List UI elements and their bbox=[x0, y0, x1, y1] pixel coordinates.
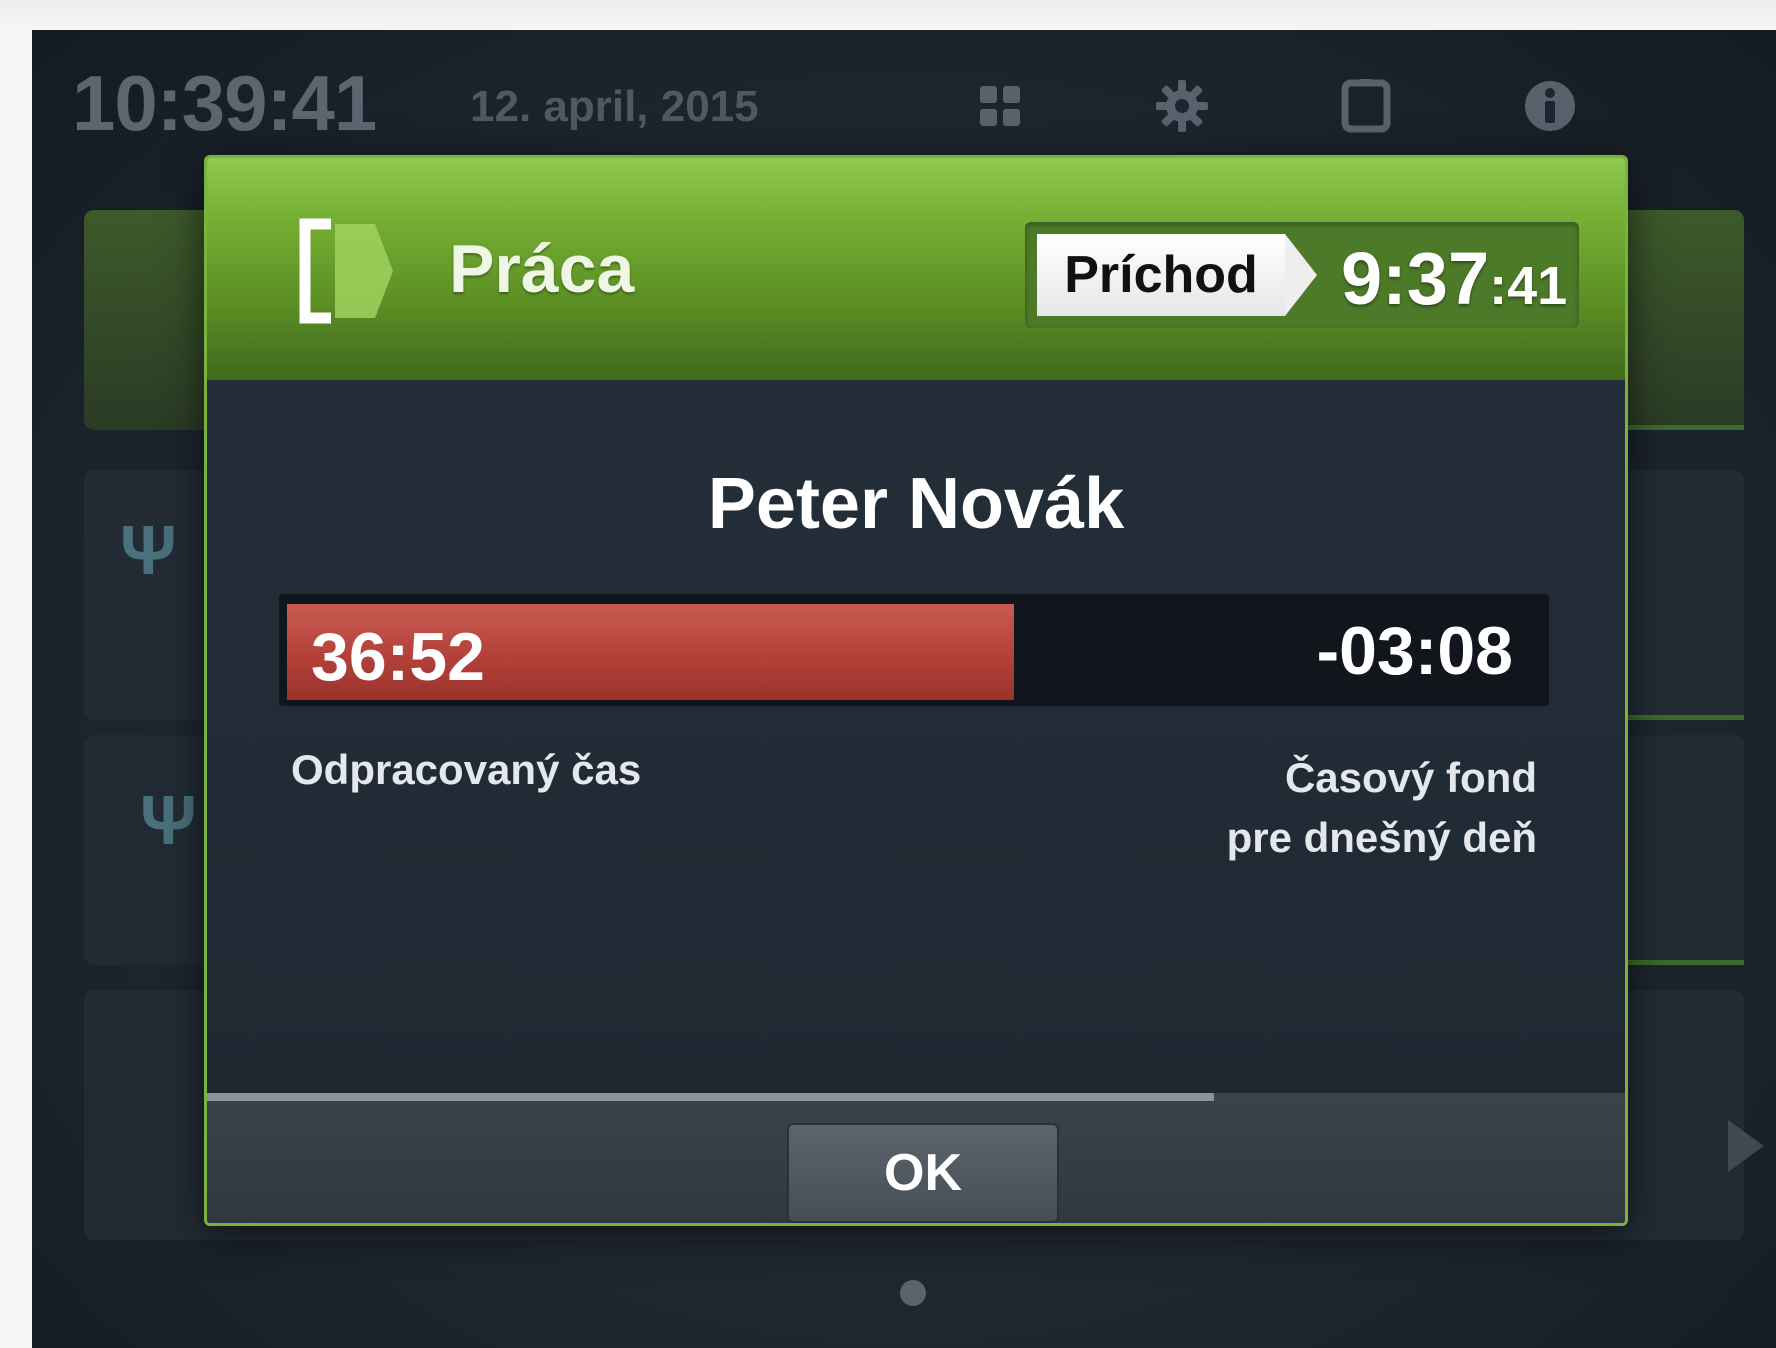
event-panel: Príchod 9:37:41 bbox=[1025, 222, 1579, 328]
worked-time-label: Odpracovaný čas bbox=[291, 746, 642, 793]
remaining-time-value: -03:08 bbox=[1316, 613, 1513, 689]
attendance-dialog: Práca Príchod 9:37:41 Peter Novák 36:52 … bbox=[204, 155, 1628, 1226]
dialog-header: Práca Príchod 9:37:41 bbox=[207, 158, 1625, 380]
grid-icon[interactable] bbox=[972, 78, 1028, 134]
pager-dot-active[interactable] bbox=[900, 1280, 926, 1306]
event-time-seconds: :41 bbox=[1489, 256, 1568, 316]
worked-time-progress-fill: 36:52 bbox=[287, 604, 1014, 700]
event-time-hours-minutes: 9:37 bbox=[1341, 237, 1490, 320]
dialog-title: Práca bbox=[449, 231, 635, 307]
status-date: 12. april, 2015 bbox=[470, 82, 759, 131]
work-entry-icon bbox=[295, 216, 395, 326]
auto-close-timer-bar bbox=[207, 1093, 1214, 1101]
info-icon[interactable] bbox=[1522, 78, 1578, 134]
tile-accent-line bbox=[1624, 425, 1744, 430]
worked-time-progress: 36:52 -03:08 bbox=[279, 594, 1549, 706]
event-arrow-icon bbox=[1285, 234, 1317, 316]
gear-icon[interactable] bbox=[1154, 78, 1210, 134]
ok-button[interactable]: OK bbox=[787, 1123, 1059, 1223]
tile-accent-line bbox=[1624, 960, 1744, 965]
event-type-label: Príchod bbox=[1037, 234, 1285, 316]
event-time: 9:37:41 bbox=[1341, 236, 1567, 321]
next-page-arrow-icon[interactable] bbox=[1728, 1120, 1764, 1172]
time-fund-label-line2: pre dnešný deň bbox=[1226, 814, 1537, 861]
status-clock: 10:39:41 bbox=[72, 59, 377, 147]
employee-name: Peter Novák bbox=[707, 464, 1125, 544]
time-fund-label: Časový fond pre dnešný deň bbox=[1017, 748, 1537, 868]
time-fund-label-line1: Časový fond bbox=[1284, 754, 1537, 801]
photo-frame: 10:39:41 12. april, 2015 Ψ Ψ Práca Prích… bbox=[0, 0, 1776, 1348]
worked-time-value: 36:52 bbox=[311, 619, 485, 695]
dialog-footer: OK bbox=[207, 1093, 1625, 1223]
cutlery-icon: Ψ bbox=[120, 511, 177, 589]
tile-accent-line bbox=[1624, 715, 1744, 720]
fork-icon: Ψ bbox=[140, 781, 197, 859]
terminal-screen: 10:39:41 12. april, 2015 Ψ Ψ Práca Prích… bbox=[32, 30, 1776, 1348]
tablet-icon[interactable] bbox=[1338, 78, 1394, 134]
